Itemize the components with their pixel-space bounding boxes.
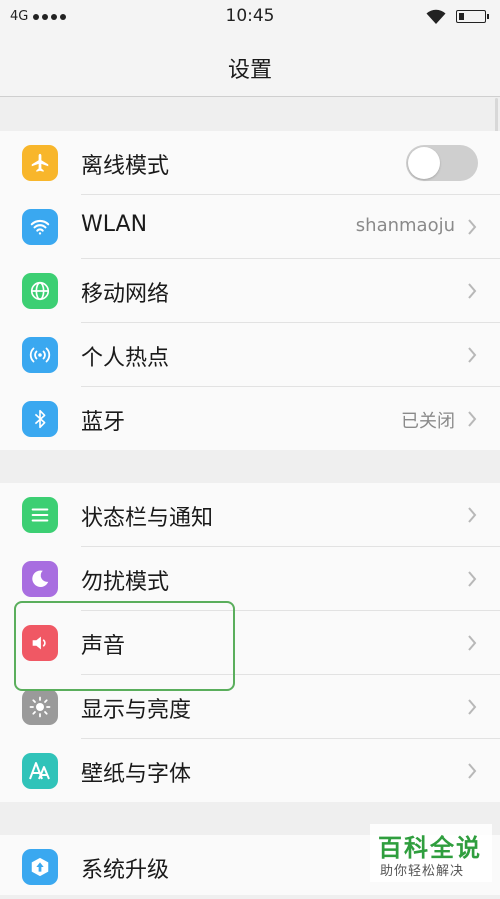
- moon-icon: [22, 561, 58, 597]
- status-time: 10:45: [225, 6, 275, 26]
- wifi-icon: [22, 209, 58, 245]
- watermark-logo: 百科全说 助你轻松解决: [370, 824, 492, 882]
- settings-row-mobile-network[interactable]: 移动网络: [0, 259, 500, 323]
- settings-row-wallpaper-font[interactable]: 壁纸与字体: [0, 739, 500, 803]
- chevron-right-icon: [468, 507, 477, 523]
- settings-group-connectivity: 离线模式 WLAN shanmaoju 移动网络 个人热点 蓝牙 已关闭: [0, 131, 500, 450]
- settings-row-wlan[interactable]: WLAN shanmaoju: [0, 195, 500, 259]
- row-label: 蓝牙: [81, 410, 126, 435]
- airplane-icon: [22, 145, 58, 181]
- row-label: 状态栏与通知: [81, 506, 214, 531]
- row-label: 离线模式: [81, 154, 170, 179]
- highlight-frame: [14, 601, 235, 691]
- watermark-title: 百科全说: [378, 834, 482, 862]
- status-bar: 4G 10:45: [0, 0, 500, 36]
- row-label: 系统升级: [81, 858, 170, 883]
- chevron-right-icon: [468, 571, 477, 587]
- wifi-status-icon: [426, 9, 446, 24]
- row-label: 显示与亮度: [81, 698, 192, 723]
- chevron-right-icon: [468, 283, 477, 299]
- font-icon: [22, 753, 58, 789]
- page-title: 设置: [227, 58, 272, 83]
- row-label: 移动网络: [81, 282, 170, 307]
- battery-icon: [456, 10, 489, 23]
- globe-icon: [22, 273, 58, 309]
- settings-row-bluetooth[interactable]: 蓝牙 已关闭: [0, 387, 500, 451]
- chevron-right-icon: [468, 699, 477, 715]
- chevron-right-icon: [468, 219, 477, 235]
- bluetooth-status: 已关闭: [401, 411, 455, 432]
- row-label: 勿扰模式: [81, 570, 170, 595]
- chevron-right-icon: [468, 763, 477, 779]
- row-label: WLAN: [81, 212, 148, 237]
- settings-row-airplane-mode[interactable]: 离线模式: [0, 131, 500, 195]
- chevron-right-icon: [468, 411, 477, 427]
- airplane-mode-toggle[interactable]: [406, 145, 478, 181]
- bluetooth-icon: [22, 401, 58, 437]
- settings-row-personal-hotspot[interactable]: 个人热点: [0, 323, 500, 387]
- row-label: 个人热点: [81, 346, 170, 371]
- notification-icon: [22, 497, 58, 533]
- wlan-network-name: shanmaoju: [355, 215, 455, 236]
- settings-row-status-bar-notifications[interactable]: 状态栏与通知: [0, 483, 500, 547]
- brightness-icon: [22, 689, 58, 725]
- chevron-right-icon: [468, 635, 477, 651]
- chevron-right-icon: [468, 347, 477, 363]
- hotspot-icon: [22, 337, 58, 373]
- nav-bar: 设置: [0, 36, 500, 97]
- row-label: 壁纸与字体: [81, 762, 192, 787]
- watermark-subtitle: 助你轻松解决: [380, 864, 465, 879]
- update-icon: [22, 849, 58, 885]
